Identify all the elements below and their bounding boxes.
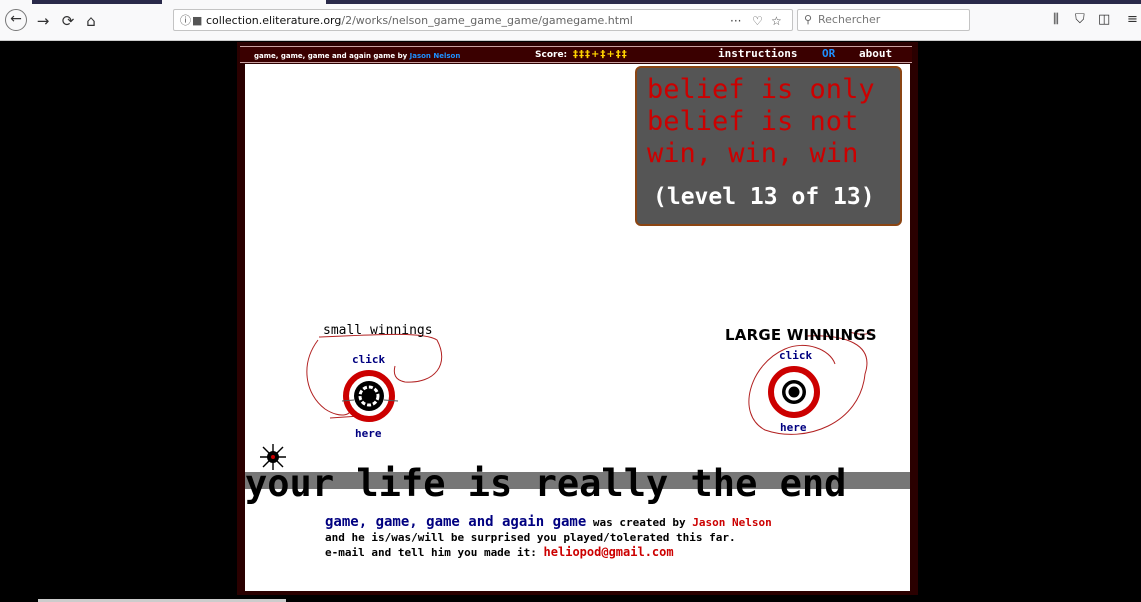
- about-link[interactable]: about: [859, 47, 892, 60]
- info-icon[interactable]: ⓘ: [180, 10, 191, 32]
- reload-icon[interactable]: ⟳: [57, 10, 79, 32]
- credits-line-2: and he is/was/will be surprised you play…: [325, 531, 736, 544]
- credits-line-1: game, game, game and again game was crea…: [325, 515, 772, 530]
- tab-indicator: [32, 0, 162, 4]
- header-rule-top: [240, 46, 912, 47]
- large-winnings-target-icon[interactable]: [765, 361, 825, 421]
- end-message: your life is really the end: [245, 462, 847, 505]
- back-icon[interactable]: ←: [5, 9, 27, 31]
- small-here-label[interactable]: here: [355, 427, 382, 440]
- credits-game-name: game, game, game and again game: [325, 514, 587, 530]
- shield-icon[interactable]: ⛉: [1075, 10, 1085, 30]
- instructions-link[interactable]: instructions: [718, 47, 797, 60]
- large-here-label[interactable]: here: [780, 421, 807, 434]
- url-path: /2/works/nelson_game_game_game/gamegame.…: [341, 14, 633, 27]
- credits-line-3: e-mail and tell him you made it: heliopo…: [325, 545, 772, 560]
- pocket-icon[interactable]: ♡: [752, 10, 763, 32]
- home-icon[interactable]: ⌂: [80, 10, 102, 32]
- search-input[interactable]: ⚲ Rechercher: [797, 9, 970, 31]
- forward-icon[interactable]: →: [32, 10, 54, 32]
- credits-created-by: was created by: [592, 516, 686, 529]
- credits-author: Jason Nelson: [692, 516, 772, 529]
- game-title-author[interactable]: Jason Nelson: [410, 52, 461, 60]
- search-placeholder: Rechercher: [818, 13, 881, 26]
- small-winnings-label: small winnings: [323, 323, 433, 338]
- credits-email-prompt: e-mail and tell him you made it:: [325, 546, 537, 559]
- url-text[interactable]: collection.eliterature.org/2/works/nelso…: [206, 10, 633, 32]
- game-title-text: game, game, game and again game: [254, 52, 396, 60]
- small-click-label[interactable]: click: [352, 353, 385, 366]
- library-icon[interactable]: ⫼: [1053, 10, 1059, 30]
- large-winnings-label: LARGE WINNINGS: [725, 326, 877, 344]
- menu-icon[interactable]: ≡: [1127, 10, 1138, 30]
- credits-block: game, game, game and again game was crea…: [325, 515, 772, 560]
- game-stage: belief is only belief is not win, win, w…: [245, 64, 910, 591]
- tab-strip: [326, 0, 1141, 4]
- or-separator: OR: [822, 47, 836, 60]
- more-button[interactable]: ···: [730, 10, 741, 32]
- browser-toolbar: ← → ⟳ ⌂ ⓘ ■ collection.eliterature.org/2…: [0, 0, 1141, 41]
- credits-email-link[interactable]: heliopod@gmail.com: [544, 545, 674, 559]
- game-header: game, game, game and again game by Jason…: [240, 46, 912, 63]
- search-icon: ⚲: [804, 13, 813, 26]
- score-label: Score:: [535, 50, 568, 60]
- page-icon: ■: [192, 14, 203, 27]
- game-title-by: by: [397, 52, 408, 60]
- header-rule-bottom: [240, 62, 912, 63]
- url-domain: collection.eliterature.org: [206, 14, 342, 27]
- game-title: game, game, game and again game by Jason…: [254, 52, 460, 60]
- sidebar-icon[interactable]: ◫: [1098, 10, 1110, 30]
- score-value: ‡‡‡+‡+‡‡: [573, 49, 628, 60]
- bookmark-star-icon[interactable]: ☆: [771, 10, 782, 32]
- url-bar[interactable]: ⓘ ■ collection.eliterature.org/2/works/n…: [173, 9, 793, 31]
- small-winnings-target-icon[interactable]: [340, 367, 400, 427]
